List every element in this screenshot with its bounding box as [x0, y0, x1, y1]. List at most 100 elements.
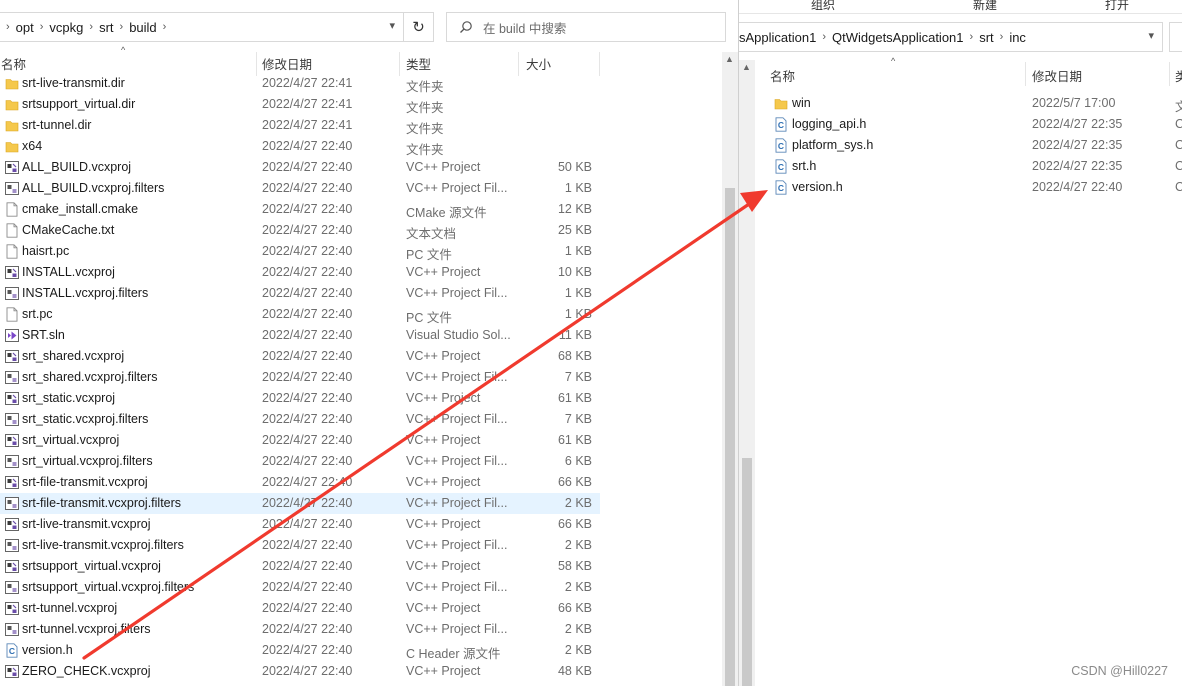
breadcrumb-vcpkg[interactable]: vcpkg: [49, 20, 83, 35]
column-header-type[interactable]: 类: [1175, 64, 1182, 86]
filters-icon: [5, 538, 19, 553]
column-divider[interactable]: [1025, 62, 1026, 86]
file-row[interactable]: CMakeCache.txt 2022/4/27 22:40 文本文档 25 KB: [0, 220, 600, 241]
breadcrumb-opt[interactable]: opt: [16, 20, 34, 35]
file-row[interactable]: srt_shared.vcxproj 2022/4/27 22:40 VC++ Pr…: [0, 346, 600, 367]
file-row[interactable]: srt-tunnel.dir 2022/4/27 22:41 文件夹: [0, 115, 600, 136]
column-header-name[interactable]: 名称: [770, 64, 795, 86]
breadcrumb-inc[interactable]: inc: [1009, 30, 1026, 45]
file-row[interactable]: haisrt.pc 2022/4/27 22:40 PC 文件 1 KB: [0, 241, 600, 262]
file-size: 7 KB: [564, 412, 592, 426]
file-type: 文本文档: [406, 227, 457, 241]
breadcrumb-application[interactable]: sApplication1: [739, 30, 816, 45]
filters-icon: [5, 286, 19, 301]
file-row[interactable]: cmake_install.cmake 2022/4/27 22:40 CMake …: [0, 199, 600, 220]
file-list: win2022/5/7 17:00文Clogging_api.h2022/4/2…: [769, 93, 1182, 198]
ribbon-open[interactable]: 打开: [1105, 0, 1129, 13]
file-name: ALL_BUILD.vcxproj: [22, 160, 132, 174]
file-size: 2 KB: [564, 622, 592, 636]
file-row[interactable]: Cversion.h 2022/4/27 22:40 C: [769, 177, 1182, 198]
refresh-button[interactable]: [1169, 22, 1182, 52]
file-type: VC++ Project Fil...: [406, 454, 508, 468]
file-row[interactable]: srt-live-transmit.vcxproj.filters 2022/4/…: [0, 535, 600, 556]
file-row[interactable]: srtsupport_virtual.vcxproj.filters 2022/4…: [0, 577, 600, 598]
file-type: C: [1175, 138, 1182, 152]
folder-icon: [5, 118, 19, 133]
file-row[interactable]: srt_virtual.vcxproj.filters 2022/4/27 22:…: [0, 451, 600, 472]
file-row[interactable]: win 2022/5/7 17:00 文: [769, 93, 1182, 114]
file-name: srt-tunnel.dir: [22, 118, 92, 132]
file-date: 2022/4/27 22:40: [262, 202, 353, 216]
file-row[interactable]: x64 2022/4/27 22:40 文件夹: [0, 136, 600, 157]
column-divider[interactable]: [1169, 62, 1170, 86]
column-header-name[interactable]: 名称: [1, 52, 26, 74]
file-row[interactable]: INSTALL.vcxproj 2022/4/27 22:40 VC++ Proje…: [0, 262, 600, 283]
file-type: VC++ Project: [406, 601, 481, 615]
file-size: 48 KB: [557, 664, 592, 678]
file-row[interactable]: srt-file-transmit.vcxproj.filters 2022/4/…: [0, 493, 600, 514]
file-name: INSTALL.vcxproj: [22, 265, 115, 279]
file-row[interactable]: SRT.sln 2022/4/27 22:40 Visual Studio Sol.…: [0, 325, 600, 346]
ribbon-bar: 组织 新建 打开: [739, 0, 1182, 14]
file-row[interactable]: Csrt.h 2022/4/27 22:35 C: [769, 156, 1182, 177]
file-row[interactable]: srt-tunnel.vcxproj 2022/4/27 22:40 VC++ Pr…: [0, 598, 600, 619]
file-size: 2 KB: [564, 496, 592, 510]
file-date: 2022/4/27 22:40: [262, 643, 353, 657]
column-header-date[interactable]: 修改日期: [262, 52, 312, 74]
file-row[interactable]: srt_static.vcxproj 2022/4/27 22:40 VC++ Pr…: [0, 388, 600, 409]
file-row[interactable]: srt_virtual.vcxproj 2022/4/27 22:40 VC++ P…: [0, 430, 600, 451]
ribbon-new[interactable]: 新建: [973, 0, 997, 13]
file-row[interactable]: srt.pc 2022/4/27 22:40 PC 文件 1 KB: [0, 304, 600, 325]
scrollbar-thumb[interactable]: [742, 458, 752, 686]
file-row[interactable]: srtsupport_virtual.dir 2022/4/27 22:41 文件夹: [0, 94, 600, 115]
file-row[interactable]: ALL_BUILD.vcxproj.filters 2022/4/27 22:40…: [0, 178, 600, 199]
file-date: 2022/4/27 22:40: [262, 475, 353, 489]
scroll-up-icon[interactable]: ▲: [742, 62, 751, 72]
file-row[interactable]: srtsupport_virtual.vcxproj 2022/4/27 22:4…: [0, 556, 600, 577]
chevron-down-icon[interactable]: ▾: [389, 19, 395, 32]
breadcrumb-srt[interactable]: srt: [99, 20, 113, 35]
file-date: 2022/4/27 22:41: [262, 97, 353, 111]
filters-icon: [5, 370, 19, 385]
file-row[interactable]: srt-tunnel.vcxproj.filters 2022/4/27 22:4…: [0, 619, 600, 640]
file-row[interactable]: srt-file-transmit.vcxproj 2022/4/27 22:40…: [0, 472, 600, 493]
folder-icon: [5, 97, 19, 112]
filters-icon: [5, 622, 19, 637]
file-name: srt-live-transmit.vcxproj.filters: [22, 538, 184, 552]
file-row[interactable]: INSTALL.vcxproj.filters 2022/4/27 22:40 VC…: [0, 283, 600, 304]
file-type: VC++ Project: [406, 664, 481, 678]
file-type: CMake 源文件: [406, 206, 487, 220]
breadcrumb-srt[interactable]: srt: [979, 30, 993, 45]
file-date: 2022/4/27 22:40: [262, 328, 353, 342]
file-type: VC++ Project Fil...: [406, 580, 508, 594]
breadcrumb-build[interactable]: build: [129, 20, 156, 35]
file-row[interactable]: srt_shared.vcxproj.filters 2022/4/27 22:4…: [0, 367, 600, 388]
file-type: 文件夹: [406, 143, 444, 157]
column-header-size[interactable]: 大小: [526, 52, 551, 74]
file-row[interactable]: srt-live-transmit.vcxproj 2022/4/27 22:40…: [0, 514, 600, 535]
file-row[interactable]: Clogging_api.h 2022/4/27 22:35 C: [769, 114, 1182, 135]
file-type: VC++ Project: [406, 433, 481, 447]
file-row[interactable]: Cversion.h 2022/4/27 22:40 C Header 源文件 2 K…: [0, 640, 600, 661]
file-row[interactable]: srt_static.vcxproj.filters 2022/4/27 22:4…: [0, 409, 600, 430]
file-row[interactable]: srt-live-transmit.dir 2022/4/27 22:41 文件夹: [0, 73, 600, 94]
column-header-date[interactable]: 修改日期: [1032, 64, 1082, 86]
breadcrumb-qtwidgets[interactable]: QtWidgetsApplication1: [832, 30, 964, 45]
vertical-scrollbar[interactable]: ▲: [722, 52, 738, 686]
file-date: 2022/4/27 22:40: [262, 538, 353, 552]
chevron-down-icon[interactable]: ▾: [1148, 29, 1154, 42]
file-type: VC++ Project Fil...: [406, 496, 508, 510]
file-row[interactable]: Cplatform_sys.h 2022/4/27 22:35 C: [769, 135, 1182, 156]
column-header-type[interactable]: 类型: [406, 52, 431, 74]
file-row[interactable]: ALL_BUILD.vcxproj 2022/4/27 22:40 VC++ Pro…: [0, 157, 600, 178]
address-bar[interactable]: sApplication1 › QtWidgetsApplication1 › …: [739, 22, 1163, 52]
refresh-button[interactable]: ↻: [404, 12, 434, 42]
ribbon-organize[interactable]: 组织: [811, 0, 835, 13]
folder-icon: [5, 139, 19, 154]
scrollbar-thumb[interactable]: [725, 188, 735, 686]
search-input[interactable]: 在 build 中搜索: [446, 12, 726, 42]
file-row[interactable]: ZERO_CHECK.vcxproj 2022/4/27 22:40 VC++ Pr…: [0, 661, 600, 682]
address-bar[interactable]: › opt › vcpkg › srt › build › ▾: [0, 12, 404, 42]
vertical-scrollbar[interactable]: ▲: [739, 60, 755, 686]
scroll-up-icon[interactable]: ▲: [725, 54, 734, 64]
